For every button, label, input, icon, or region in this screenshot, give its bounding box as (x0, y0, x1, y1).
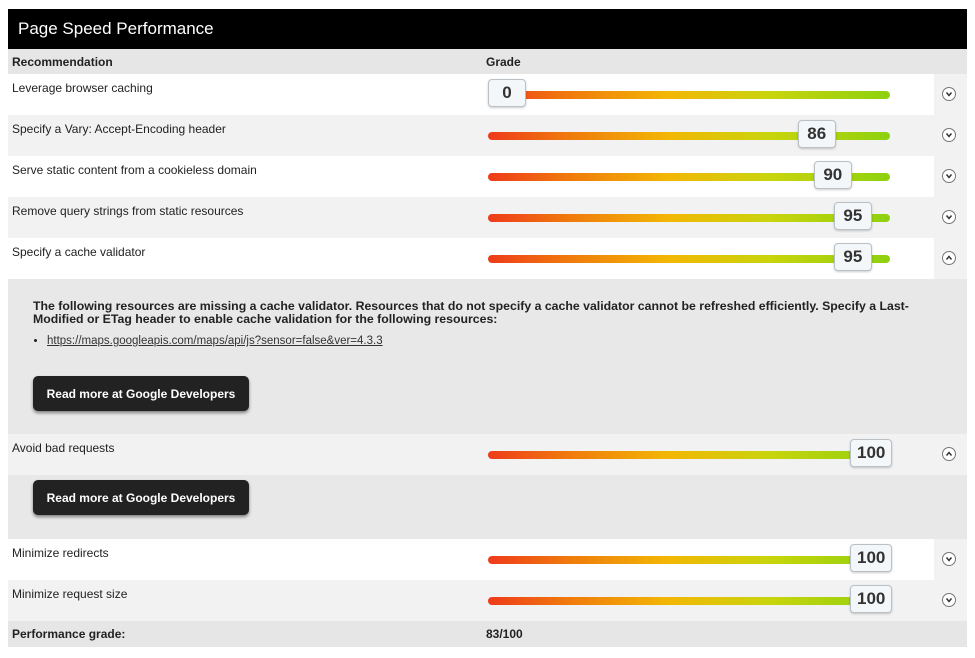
column-grade: Grade (486, 55, 521, 69)
page-speed-panel: Page Speed Performance Recommendation Gr… (8, 9, 967, 647)
grade-bar: 95 (488, 243, 890, 271)
table-header: Recommendation Grade (8, 49, 967, 74)
table-row: Remove query strings from static resourc… (8, 197, 967, 238)
recommendation-label: Specify a Vary: Accept-Encoding header (12, 122, 226, 136)
table-row: Minimize request size 100 (8, 580, 967, 621)
recommendation-label: Leverage browser caching (12, 81, 153, 95)
grade-badge: 100 (850, 439, 893, 467)
detail-description: The following resources are missing a ca… (33, 299, 909, 326)
table-row: Specify a Vary: Accept-Encoding header 8… (8, 115, 967, 156)
grade-badge: 90 (813, 161, 852, 189)
grade-badge: 100 (850, 544, 893, 572)
performance-grade-row: Performance grade: 83/100 (8, 621, 967, 647)
table-row: Leverage browser caching 0 (8, 74, 967, 115)
resource-list: https://maps.googleapis.com/maps/api/js?… (33, 335, 383, 347)
chevron-up-icon[interactable] (942, 447, 956, 461)
resource-link[interactable]: https://maps.googleapis.com/maps/api/js?… (47, 335, 383, 347)
recommendation-label: Serve static content from a cookieless d… (12, 163, 257, 177)
grade-bar: 86 (488, 120, 890, 148)
read-more-button[interactable]: Read more at Google Developers (33, 376, 249, 411)
performance-grade-label: Performance grade: (12, 627, 126, 641)
chevron-down-icon[interactable] (942, 210, 956, 224)
bad-requests-detail: Read more at Google Developers (8, 475, 967, 539)
chevron-down-icon[interactable] (942, 87, 956, 101)
grade-badge: 100 (850, 585, 893, 613)
chevron-down-icon[interactable] (942, 552, 956, 566)
grade-bar: 100 (488, 585, 893, 613)
grade-bar: 0 (488, 79, 890, 107)
grade-badge: 95 (833, 202, 872, 230)
recommendation-label: Minimize request size (12, 587, 128, 601)
chevron-up-icon[interactable] (942, 251, 956, 265)
table-row: Avoid bad requests 100 (8, 434, 967, 475)
chevron-down-icon[interactable] (942, 593, 956, 607)
chevron-down-icon[interactable] (942, 169, 956, 183)
grade-bar: 90 (488, 161, 890, 189)
table-row: Specify a cache validator 95 (8, 238, 967, 279)
grade-bar: 100 (488, 544, 893, 572)
read-more-button[interactable]: Read more at Google Developers (33, 480, 249, 515)
grade-badge: 95 (833, 243, 872, 271)
recommendation-label: Specify a cache validator (12, 245, 146, 259)
column-recommendation: Recommendation (12, 55, 113, 69)
panel-title: Page Speed Performance (8, 9, 967, 49)
chevron-down-icon[interactable] (942, 128, 956, 142)
cache-validator-detail: The following resources are missing a ca… (8, 279, 967, 434)
table-row: Minimize redirects 100 (8, 539, 967, 580)
grade-bar: 100 (488, 439, 893, 467)
list-item: https://maps.googleapis.com/maps/api/js?… (47, 335, 383, 347)
performance-grade-value: 83/100 (486, 627, 523, 641)
grade-badge: 0 (488, 79, 526, 107)
recommendation-label: Remove query strings from static resourc… (12, 204, 244, 218)
grade-bar: 95 (488, 202, 890, 230)
recommendation-label: Minimize redirects (12, 546, 109, 560)
recommendation-label: Avoid bad requests (12, 441, 115, 455)
grade-badge: 86 (797, 120, 836, 148)
table-row: Serve static content from a cookieless d… (8, 156, 967, 197)
